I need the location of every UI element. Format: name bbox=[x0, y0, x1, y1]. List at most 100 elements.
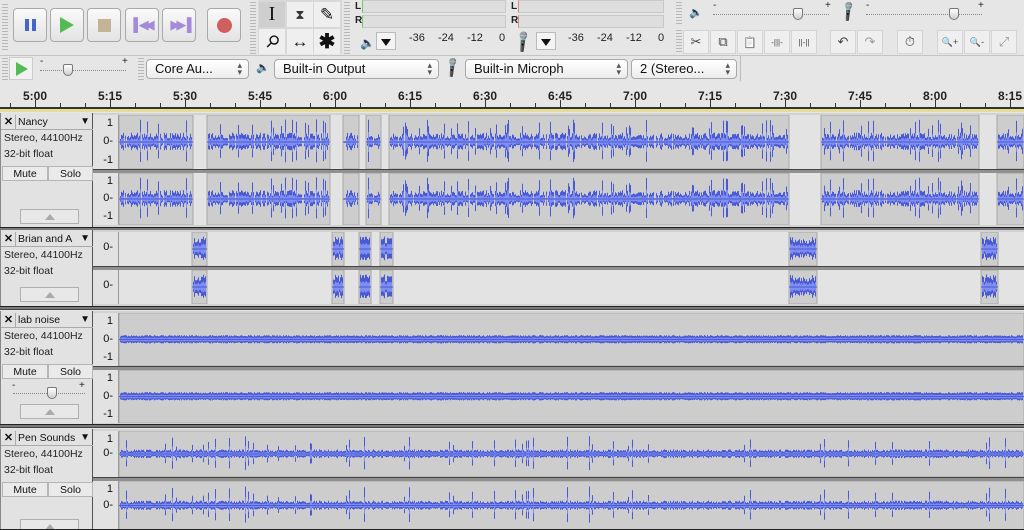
collapse-track-button[interactable] bbox=[20, 287, 79, 302]
envelope-tool[interactable]: ⧗ bbox=[287, 2, 313, 27]
track-resize-border[interactable] bbox=[0, 306, 1024, 310]
trim-button[interactable]: -|||- bbox=[764, 30, 790, 54]
slider-thumb[interactable] bbox=[62, 64, 73, 76]
track-menu-dropdown-icon[interactable]: ▼ bbox=[80, 314, 90, 325]
toolbar-grip[interactable] bbox=[2, 58, 8, 80]
waveform-channel[interactable] bbox=[119, 173, 1024, 225]
copy-button[interactable]: ⧉ bbox=[710, 30, 736, 54]
record-meter-menu-button[interactable] bbox=[536, 32, 556, 50]
toolbar-grip[interactable] bbox=[250, 2, 256, 54]
input-device-select[interactable]: Built-in Microph ▴ ▾ bbox=[465, 59, 628, 79]
waveform-channel[interactable] bbox=[119, 481, 1024, 530]
waveform-channel[interactable] bbox=[119, 115, 1024, 169]
slider-thumb[interactable] bbox=[792, 8, 803, 20]
draw-tool[interactable]: ✎ bbox=[314, 2, 340, 27]
toolbar-grip[interactable] bbox=[676, 30, 682, 54]
playback-meter-menu-button[interactable] bbox=[376, 32, 396, 50]
record-meter-left-label: L bbox=[511, 1, 518, 12]
mute-button[interactable]: Mute bbox=[2, 166, 48, 181]
track-name-button[interactable]: Pen Sounds bbox=[18, 431, 78, 446]
close-track-icon[interactable]: ✕ bbox=[2, 313, 16, 328]
toolbar-grip[interactable] bbox=[138, 58, 144, 80]
selection-tool[interactable]: I bbox=[259, 2, 285, 27]
track-name-button[interactable]: lab noise bbox=[18, 313, 78, 328]
toolbar-divider bbox=[0, 55, 1024, 56]
slider-thumb[interactable] bbox=[948, 8, 959, 20]
output-volume-slider[interactable] bbox=[713, 7, 829, 21]
track-format: Stereo, 44100Hz bbox=[4, 448, 83, 460]
track-gain-slider[interactable] bbox=[13, 386, 85, 400]
close-track-icon[interactable]: ✕ bbox=[2, 431, 16, 446]
solo-button[interactable]: Solo bbox=[48, 166, 93, 181]
waveform-channel[interactable] bbox=[119, 431, 1024, 477]
zoom-tool[interactable]: ⚲ bbox=[259, 29, 285, 54]
track-control-panel[interactable]: ✕ Nancy ▼ Stereo, 44100Hz 32-bit float Mu… bbox=[0, 113, 93, 228]
track-control-panel[interactable]: ✕ Brian and A ▼ Stereo, 44100Hz 32-bit f… bbox=[0, 230, 93, 307]
playback-meter-right[interactable] bbox=[362, 15, 506, 28]
mute-button[interactable]: Mute bbox=[2, 482, 48, 497]
solo-button[interactable]: Solo bbox=[48, 364, 93, 379]
vertical-amplitude-ruler[interactable]: 1 0- -1 bbox=[93, 313, 119, 366]
close-track-icon[interactable]: ✕ bbox=[2, 232, 16, 247]
timeline-ruler[interactable]: 5:00 5:15 5:30 5:45 6:00 6:15 6:30 6:45 7:00 7:15… bbox=[0, 82, 1024, 109]
waveform-channel[interactable] bbox=[119, 313, 1024, 366]
pause-button[interactable] bbox=[13, 8, 47, 42]
vertical-amplitude-ruler[interactable]: 1 0- -1 bbox=[93, 115, 119, 169]
sync-lock-button[interactable]: ⏱ bbox=[897, 30, 923, 54]
collapse-track-button[interactable] bbox=[20, 404, 79, 419]
zoom-out-button[interactable]: 🔍- bbox=[964, 30, 990, 54]
track-control-panel[interactable]: ✕ Pen Sounds ▼ Stereo, 44100Hz 32-bit fl… bbox=[0, 429, 93, 530]
waveform-channel[interactable] bbox=[119, 370, 1024, 423]
track-menu-dropdown-icon[interactable]: ▼ bbox=[80, 116, 90, 127]
toolbar-grip[interactable] bbox=[344, 2, 350, 54]
play-button[interactable] bbox=[50, 8, 84, 42]
waveform-svg bbox=[191, 270, 999, 304]
vertical-amplitude-ruler[interactable]: 0- bbox=[93, 232, 119, 266]
waveform-channel[interactable] bbox=[119, 232, 1024, 266]
vertical-amplitude-ruler[interactable]: 1 0- bbox=[93, 481, 119, 530]
track-resize-border[interactable] bbox=[0, 424, 1024, 428]
solo-button[interactable]: Solo bbox=[48, 482, 93, 497]
input-volume-slider[interactable] bbox=[866, 7, 982, 21]
skip-to-end-button[interactable]: ▶▶▐ bbox=[162, 8, 196, 42]
audio-host-select[interactable]: Core Au... ▴ ▾ bbox=[146, 59, 249, 79]
vertical-amplitude-ruler[interactable]: 1 0- bbox=[93, 431, 119, 477]
track-menu-dropdown-icon[interactable]: ▼ bbox=[80, 432, 90, 443]
fit-selection-button[interactable]: ⤢ bbox=[991, 30, 1017, 54]
record-meter-right[interactable] bbox=[518, 15, 664, 28]
redo-button[interactable]: ↷ bbox=[857, 30, 883, 54]
waveform-channel[interactable] bbox=[119, 270, 1024, 304]
undo-button[interactable]: ↶ bbox=[830, 30, 856, 54]
vertical-amplitude-ruler[interactable]: 1 0- -1 bbox=[93, 370, 119, 423]
record-meter-left[interactable] bbox=[518, 0, 664, 13]
zoom-in-button[interactable]: 🔍+ bbox=[937, 30, 963, 54]
track-name-button[interactable]: Brian and A bbox=[18, 232, 78, 247]
track-menu-dropdown-icon[interactable]: ▼ bbox=[80, 233, 90, 244]
play-at-speed-button[interactable] bbox=[9, 57, 33, 80]
close-track-icon[interactable]: ✕ bbox=[2, 115, 16, 130]
time-shift-tool[interactable]: ↔ bbox=[287, 29, 313, 54]
stop-button[interactable] bbox=[87, 8, 121, 42]
track-control-panel[interactable]: ✕ lab noise ▼ Stereo, 44100Hz 32-bit flo… bbox=[0, 311, 93, 425]
paste-button[interactable]: 📋 bbox=[737, 30, 763, 54]
timeline-minor-tick bbox=[510, 103, 511, 107]
toolbar-grip[interactable] bbox=[676, 2, 682, 26]
play-speed-slider[interactable] bbox=[40, 63, 126, 77]
playback-meter-left[interactable] bbox=[362, 0, 506, 13]
slider-thumb[interactable] bbox=[47, 387, 58, 399]
cut-button[interactable]: ✂ bbox=[683, 30, 709, 54]
record-button[interactable] bbox=[207, 8, 241, 42]
track-name-button[interactable]: Nancy bbox=[18, 115, 78, 130]
timeline-minor-tick bbox=[160, 103, 161, 107]
output-device-select[interactable]: Built-in Output ▴ ▾ bbox=[274, 59, 439, 79]
collapse-track-button[interactable] bbox=[20, 209, 79, 224]
mute-button[interactable]: Mute bbox=[2, 364, 48, 379]
skip-to-start-button[interactable]: ▌◀◀ bbox=[125, 8, 159, 42]
timeline-minor-tick bbox=[210, 103, 211, 107]
input-channels-select[interactable]: 2 (Stereo... ▴ ▾ bbox=[631, 59, 737, 79]
vertical-amplitude-ruler[interactable]: 0- bbox=[93, 270, 119, 304]
vertical-amplitude-ruler[interactable]: 1 0- -1 bbox=[93, 173, 119, 225]
silence-button[interactable]: ||-|| bbox=[791, 30, 817, 54]
toolbar-grip[interactable] bbox=[2, 4, 8, 50]
multi-tool[interactable]: ✱ bbox=[314, 29, 340, 54]
